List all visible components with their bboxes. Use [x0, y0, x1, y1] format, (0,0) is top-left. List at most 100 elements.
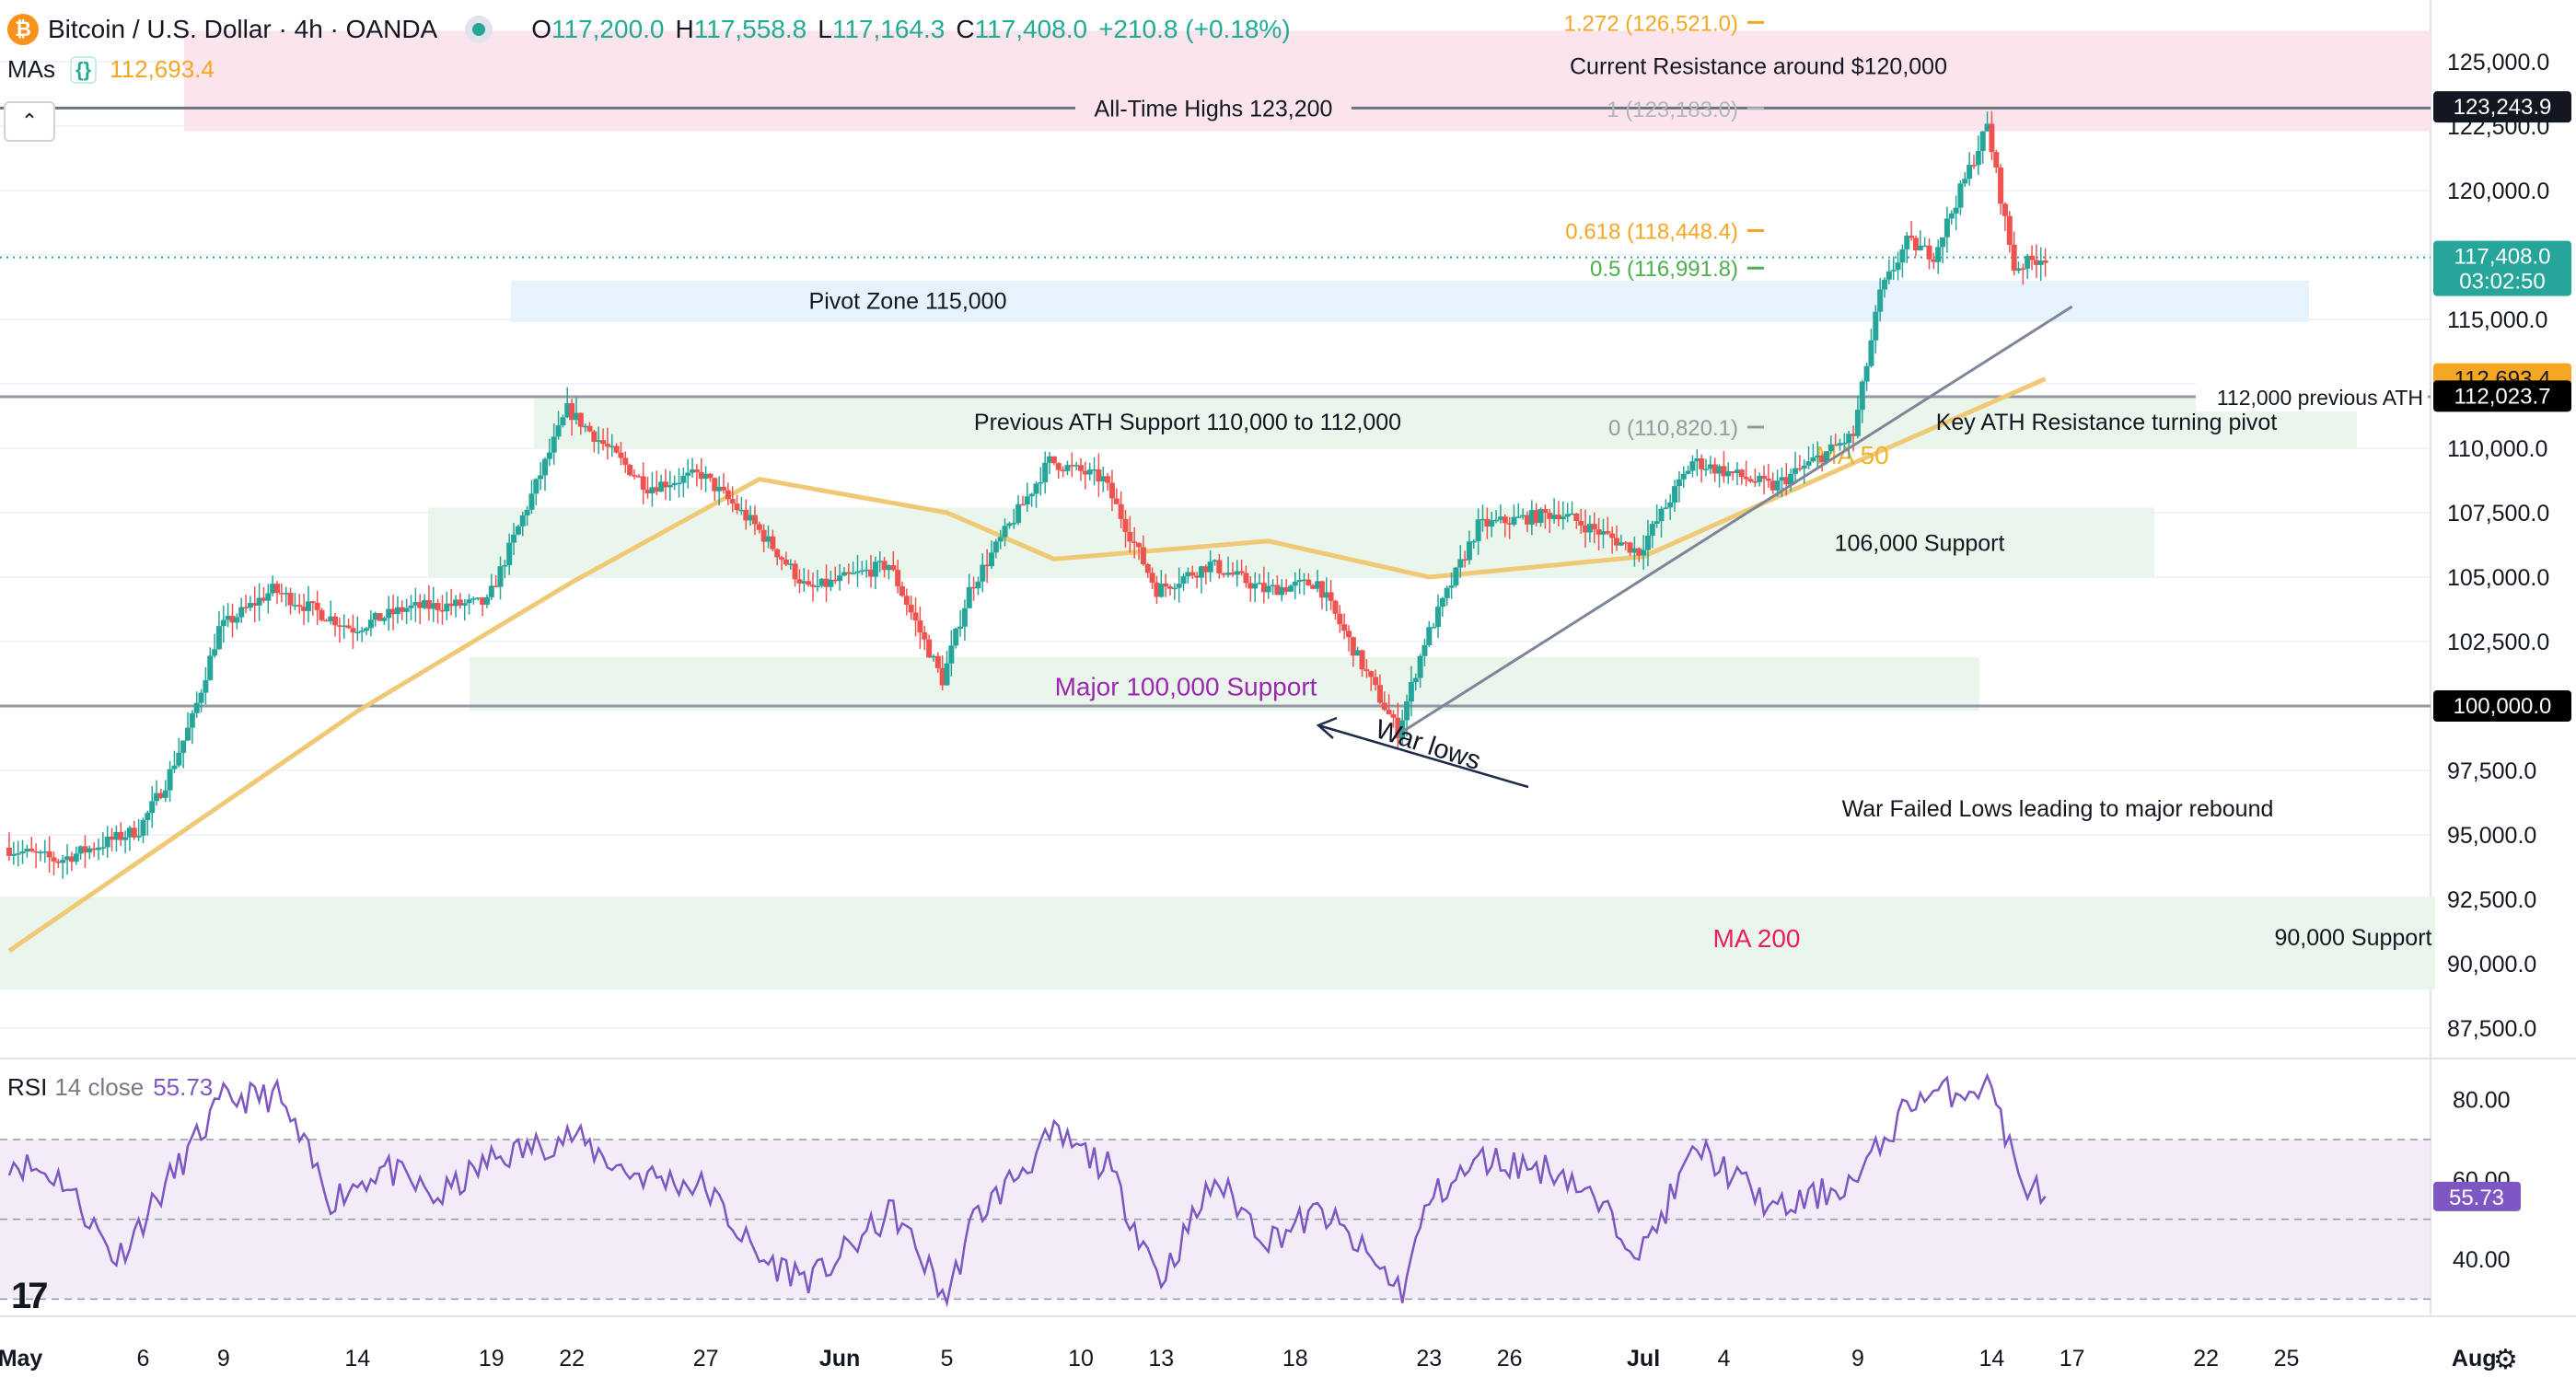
candle-body [1292, 581, 1298, 586]
candle-body [961, 608, 968, 627]
candle-body [966, 586, 972, 608]
candle-body [1890, 270, 1897, 272]
candle-body [1989, 123, 1995, 153]
candle-body [586, 425, 593, 432]
candle-body [1238, 571, 1245, 573]
candle-body [1332, 600, 1339, 614]
candle-body [1078, 465, 1084, 471]
candle-body [1163, 584, 1169, 587]
candle-body [1028, 493, 1035, 497]
candle-body [1417, 655, 1423, 678]
candle-body [1386, 710, 1392, 714]
candle-body [1882, 279, 1887, 290]
candle-body [15, 853, 21, 855]
candle-body [185, 727, 191, 741]
candle-body [1663, 507, 1669, 509]
candle-body [171, 765, 178, 770]
candle-body [1448, 585, 1455, 588]
symbol-title[interactable]: Bitcoin / U.S. Dollar · 4h · OANDA [48, 15, 437, 44]
bitcoin-icon: ₿ [7, 14, 39, 45]
time-tick: 19 [479, 1346, 505, 1371]
symbol-header: ₿ Bitcoin / U.S. Dollar · 4h · OANDA O 1… [7, 9, 1291, 50]
fib-label: 1.272 (126,521.0) [1564, 11, 1738, 36]
candle-body [1180, 576, 1187, 584]
time-tick: 10 [1068, 1346, 1094, 1371]
close-value: 117,408.0 [974, 15, 1088, 43]
candle-body [560, 417, 566, 426]
candle-body [721, 486, 726, 491]
price-chart[interactable]: Current Resistance around $120,000 Pivot … [0, 0, 2576, 1377]
candle-body [2002, 203, 2008, 216]
zone-label: Pivot Zone 115,000 [809, 288, 1007, 314]
candle-body [1475, 519, 1481, 541]
candle-body [461, 603, 468, 606]
candle-body [1810, 457, 1816, 462]
candle-body [1909, 235, 1915, 238]
candle-body [1765, 479, 1771, 481]
ma-legend[interactable]: MAs {} 112,693.4 [7, 55, 215, 84]
candle-body [922, 632, 928, 640]
rsi-tick: 80.00 [2453, 1088, 2511, 1114]
time-tick: 22 [2193, 1346, 2219, 1371]
candle-body [1644, 535, 1651, 550]
candle-body [1680, 473, 1687, 480]
candle-body [140, 819, 146, 836]
candle-body [555, 425, 562, 437]
candle-body [1421, 644, 1428, 656]
candle-body [792, 563, 798, 580]
candle-body [1761, 475, 1768, 480]
candle-body [850, 573, 856, 574]
last-price-label: 117,408.0 [2454, 245, 2551, 270]
time-tick: 4 [1717, 1346, 1730, 1371]
price-tick: 107,500.0 [2447, 501, 2549, 526]
candle-body [707, 473, 714, 479]
candle-body [622, 457, 629, 465]
candle-body [948, 645, 955, 664]
candle-body [238, 607, 245, 618]
candle-body [1426, 627, 1433, 645]
candle-body [890, 565, 897, 571]
candle-body [926, 639, 933, 658]
time-tick: May [0, 1346, 42, 1371]
candle-body [274, 584, 280, 594]
candle-body [934, 655, 941, 668]
code-icon[interactable]: {} [70, 55, 98, 84]
rsi-params: 14 close [54, 1073, 145, 1101]
candle-body [774, 549, 781, 558]
candle-body [207, 655, 214, 680]
candle-body [135, 835, 142, 838]
candle-body [1935, 247, 1942, 262]
ma-label: MAs [7, 55, 55, 83]
gear-icon[interactable]: ⚙ [2493, 1344, 2518, 1376]
candle-body [1926, 245, 1932, 260]
rsi-legend[interactable]: RSI 14 close 55.73 [7, 1073, 213, 1102]
candle-body [506, 542, 513, 566]
candle-body [1136, 543, 1143, 548]
candle-body [1042, 462, 1049, 482]
candle-body [551, 436, 557, 453]
candle-body [751, 515, 758, 525]
candle-body [680, 475, 687, 483]
candle-body [1774, 480, 1781, 491]
candle-body [957, 626, 964, 630]
candle-body [60, 860, 66, 863]
candle-body [189, 712, 195, 728]
market-status-icon[interactable] [465, 16, 493, 43]
candle-body [1376, 685, 1383, 703]
price-tick: 110,000.0 [2447, 436, 2547, 462]
candle-body [1886, 271, 1892, 280]
candle-body [1015, 503, 1022, 524]
high-value: 117,558.8 [693, 15, 807, 43]
price-tick: 105,000.0 [2447, 565, 2549, 591]
zone-support [0, 897, 2435, 989]
candle-body [1435, 607, 1441, 628]
candle-body [145, 813, 151, 820]
tradingview-logo[interactable]: 17 [11, 1276, 48, 1317]
candle-body [497, 566, 504, 587]
candle-body [1024, 496, 1030, 504]
candle-body [577, 412, 584, 427]
candle-body [1470, 540, 1477, 543]
candle-body [1131, 541, 1138, 544]
collapse-legend-button[interactable]: ⌃ [4, 101, 55, 142]
candle-body [1967, 165, 1973, 179]
